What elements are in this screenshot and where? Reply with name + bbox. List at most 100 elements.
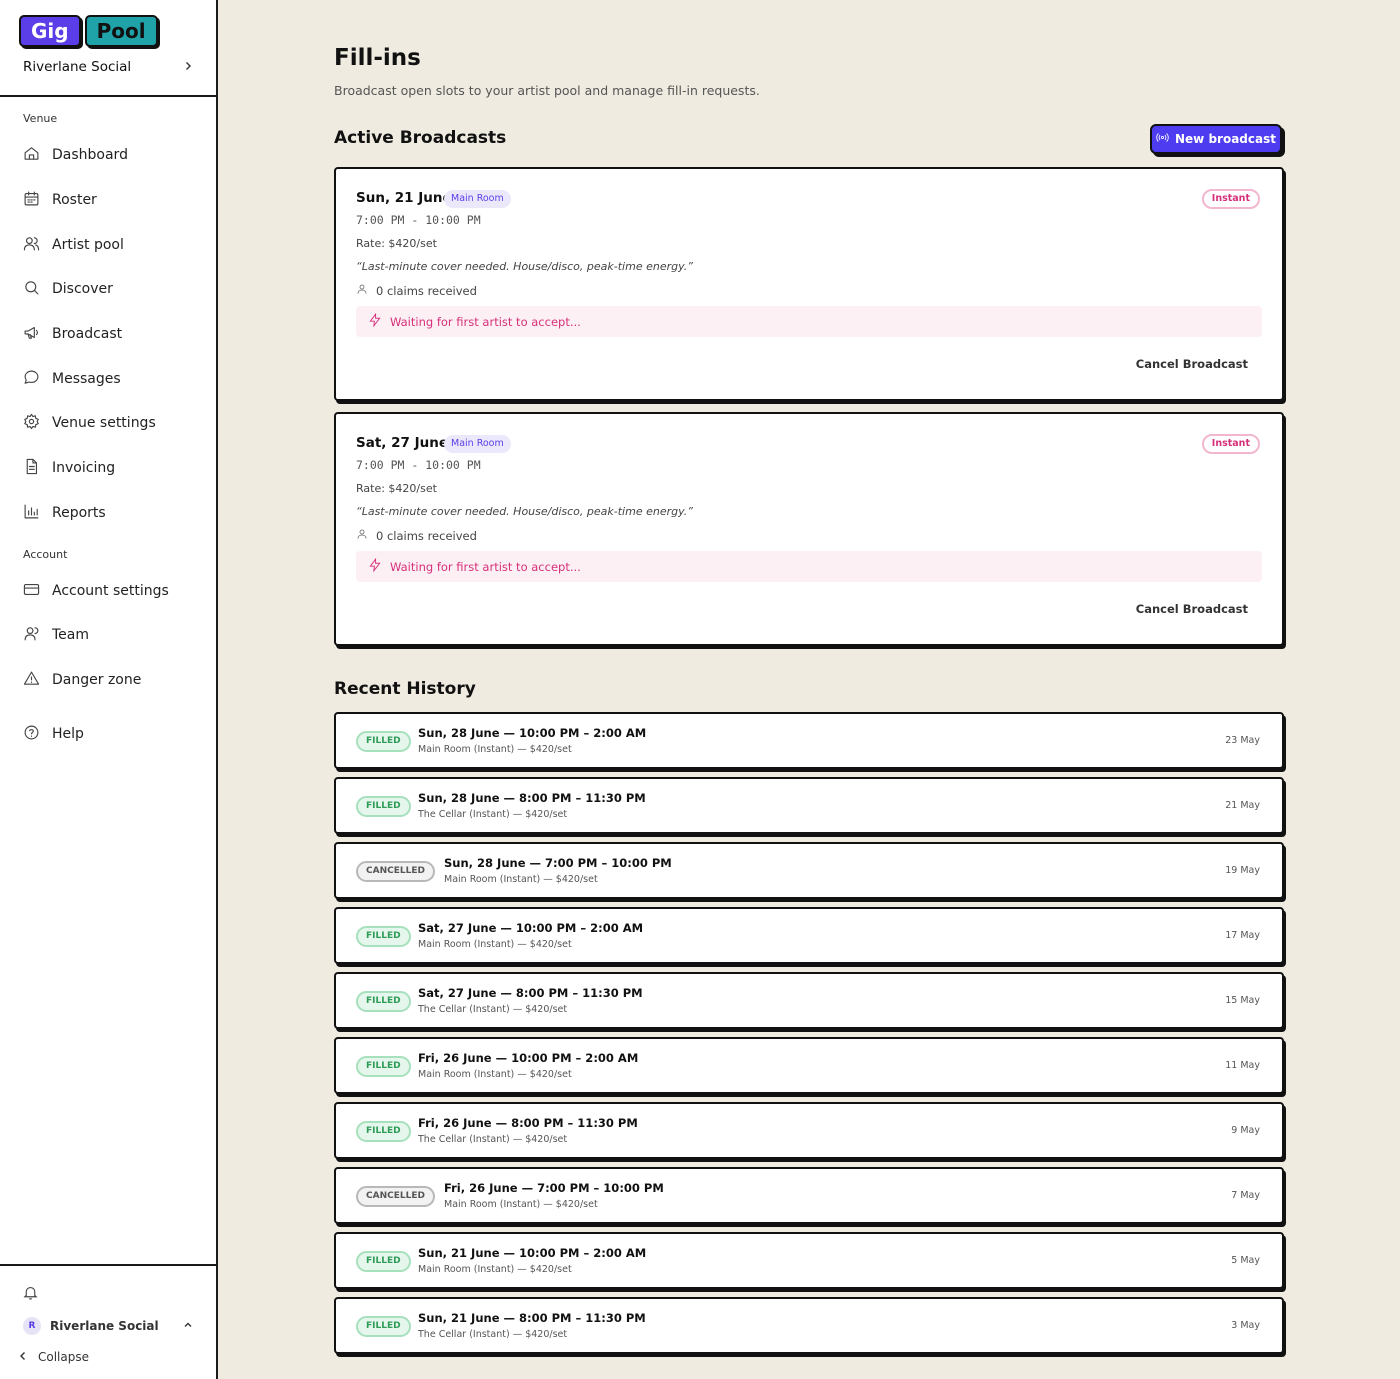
- status-badge: FILLED: [356, 796, 411, 817]
- history-row[interactable]: FILLED Fri, 26 June — 10:00 PM – 2:00 AM…: [334, 1037, 1284, 1094]
- history-slot: Sat, 27 June — 10:00 PM – 2:00 AM: [418, 921, 644, 935]
- sidebar-item-label: Discover: [52, 281, 113, 297]
- chevron-left-icon: [18, 1350, 28, 1364]
- history-posted-date: 5 May: [1231, 1255, 1260, 1266]
- status-badge: CANCELLED: [356, 861, 435, 882]
- history-meta: Main Room (Instant) — $420/set: [418, 744, 572, 755]
- room-badge: Main Room: [444, 190, 511, 208]
- lightning-icon: [368, 557, 382, 575]
- history-posted-date: 21 May: [1225, 800, 1260, 811]
- sidebar-item-reports[interactable]: Reports: [23, 499, 203, 527]
- claims-label: 0 claims received: [376, 528, 477, 543]
- status-badge: FILLED: [356, 1251, 411, 1272]
- history-slot: Sun, 28 June — 7:00 PM – 10:00 PM: [444, 856, 672, 870]
- broadcast-note: “Last-minute cover needed. House/disco, …: [356, 505, 693, 518]
- sidebar-item-danger-zone[interactable]: Danger zone: [23, 666, 203, 694]
- waiting-status: Waiting for first artist to accept...: [356, 551, 1262, 582]
- notifications-bell-icon[interactable]: [22, 1284, 39, 1305]
- history-meta: The Cellar (Instant) — $420/set: [418, 1004, 568, 1015]
- status-badge: FILLED: [356, 731, 411, 752]
- history-slot: Sat, 27 June — 8:00 PM – 11:30 PM: [418, 986, 643, 1000]
- instant-badge: Instant: [1201, 189, 1260, 209]
- claims-count: 0 claims received: [356, 283, 477, 298]
- users-icon: [23, 235, 40, 256]
- history-posted-date: 19 May: [1225, 865, 1260, 876]
- sidebar-item-discover[interactable]: Discover: [23, 275, 203, 303]
- sidebar-item-label: Broadcast: [52, 326, 123, 342]
- sidebar-item-messages[interactable]: Messages: [23, 365, 203, 393]
- venue-section-label: Venue: [23, 112, 58, 125]
- history-meta: Main Room (Instant) — $420/set: [444, 1199, 598, 1210]
- history-row[interactable]: FILLED Sun, 21 June — 8:00 PM – 11:30 PM…: [334, 1297, 1284, 1354]
- megaphone-icon: [23, 324, 40, 345]
- history-posted-date: 23 May: [1225, 735, 1260, 746]
- new-broadcast-label: New broadcast: [1175, 132, 1276, 146]
- waiting-status: Waiting for first artist to accept...: [356, 306, 1262, 337]
- sidebar-item-invoicing[interactable]: Invoicing: [23, 454, 203, 482]
- history-meta: Main Room (Instant) — $420/set: [418, 939, 572, 950]
- sidebar-item-venue-settings[interactable]: Venue settings: [23, 409, 203, 437]
- page-title: Fill-ins: [334, 45, 421, 71]
- history-row[interactable]: CANCELLED Sun, 28 June — 7:00 PM – 10:00…: [334, 842, 1284, 899]
- sidebar-item-roster[interactable]: Roster: [23, 186, 203, 214]
- sidebar-divider: [0, 95, 216, 97]
- broadcast-card: Sat, 27 June Main Room Instant 7:00 PM -…: [334, 412, 1284, 646]
- broadcast-time: 7:00 PM - 10:00 PM: [356, 458, 481, 472]
- venue-switcher[interactable]: Riverlane Social: [23, 56, 193, 78]
- history-posted-date: 3 May: [1231, 1320, 1260, 1331]
- history-slot: Sun, 28 June — 10:00 PM – 2:00 AM: [418, 726, 647, 740]
- history-meta: Main Room (Instant) — $420/set: [418, 1069, 572, 1080]
- cancel-broadcast-button[interactable]: Cancel Broadcast: [1136, 602, 1248, 616]
- user-icon: [356, 283, 368, 298]
- sidebar-item-broadcast[interactable]: Broadcast: [23, 320, 203, 348]
- message-icon: [23, 369, 40, 390]
- history-row[interactable]: FILLED Sat, 27 June — 10:00 PM – 2:00 AM…: [334, 907, 1284, 964]
- collapse-button[interactable]: Collapse: [18, 1350, 89, 1364]
- gigpool-logo[interactable]: Gig Pool: [19, 15, 158, 49]
- sidebar-item-help[interactable]: Help: [23, 720, 203, 748]
- sidebar-item-dashboard[interactable]: Dashboard: [23, 141, 203, 169]
- sidebar-divider: [0, 1264, 216, 1266]
- broadcast-date: Sat, 27 June: [356, 435, 449, 451]
- user-menu[interactable]: R Riverlane Social: [23, 1316, 193, 1336]
- sidebar-item-account-settings[interactable]: Account settings: [23, 577, 203, 605]
- sidebar-item-label: Dashboard: [52, 147, 128, 163]
- status-badge: FILLED: [356, 1056, 411, 1077]
- status-badge: FILLED: [356, 926, 411, 947]
- sidebar-item-label: Venue settings: [52, 415, 156, 431]
- status-badge: FILLED: [356, 991, 411, 1012]
- history-row[interactable]: FILLED Sun, 28 June — 8:00 PM – 11:30 PM…: [334, 777, 1284, 834]
- room-badge: Main Room: [444, 435, 511, 453]
- history-posted-date: 17 May: [1225, 930, 1260, 941]
- history-row[interactable]: FILLED Fri, 26 June — 8:00 PM – 11:30 PM…: [334, 1102, 1284, 1159]
- user-icon: [356, 528, 368, 543]
- history-meta: The Cellar (Instant) — $420/set: [418, 1134, 568, 1145]
- history-row[interactable]: FILLED Sun, 21 June — 10:00 PM – 2:00 AM…: [334, 1232, 1284, 1289]
- broadcast-note: “Last-minute cover needed. House/disco, …: [356, 260, 693, 273]
- history-row[interactable]: FILLED Sun, 28 June — 10:00 PM – 2:00 AM…: [334, 712, 1284, 769]
- history-posted-date: 11 May: [1225, 1060, 1260, 1071]
- status-badge: CANCELLED: [356, 1186, 435, 1207]
- claims-label: 0 claims received: [376, 283, 477, 298]
- credit-card-icon: [23, 581, 40, 602]
- history-meta: The Cellar (Instant) — $420/set: [418, 1329, 568, 1340]
- search-icon: [23, 279, 40, 300]
- sidebar: Gig Pool Riverlane Social Venue Dashboar…: [0, 0, 218, 1379]
- history-meta: Main Room (Instant) — $420/set: [444, 874, 598, 885]
- logo-pool: Pool: [84, 15, 158, 47]
- cancel-broadcast-button[interactable]: Cancel Broadcast: [1136, 357, 1248, 371]
- history-slot: Sun, 21 June — 8:00 PM – 11:30 PM: [418, 1311, 646, 1325]
- sidebar-item-team[interactable]: Team: [23, 621, 203, 649]
- broadcast-time: 7:00 PM - 10:00 PM: [356, 213, 481, 227]
- document-icon: [23, 458, 40, 479]
- active-broadcasts-heading: Active Broadcasts: [334, 128, 507, 148]
- history-row[interactable]: CANCELLED Fri, 26 June — 7:00 PM – 10:00…: [334, 1167, 1284, 1224]
- sidebar-item-label: Reports: [52, 505, 106, 521]
- sidebar-item-label: Help: [52, 726, 84, 742]
- new-broadcast-button[interactable]: New broadcast: [1150, 124, 1282, 154]
- history-row[interactable]: FILLED Sat, 27 June — 8:00 PM – 11:30 PM…: [334, 972, 1284, 1029]
- collapse-label: Collapse: [38, 1350, 89, 1364]
- page-subtitle: Broadcast open slots to your artist pool…: [334, 83, 760, 98]
- sidebar-item-artist-pool[interactable]: Artist pool: [23, 231, 203, 259]
- chevron-right-icon: [183, 59, 193, 75]
